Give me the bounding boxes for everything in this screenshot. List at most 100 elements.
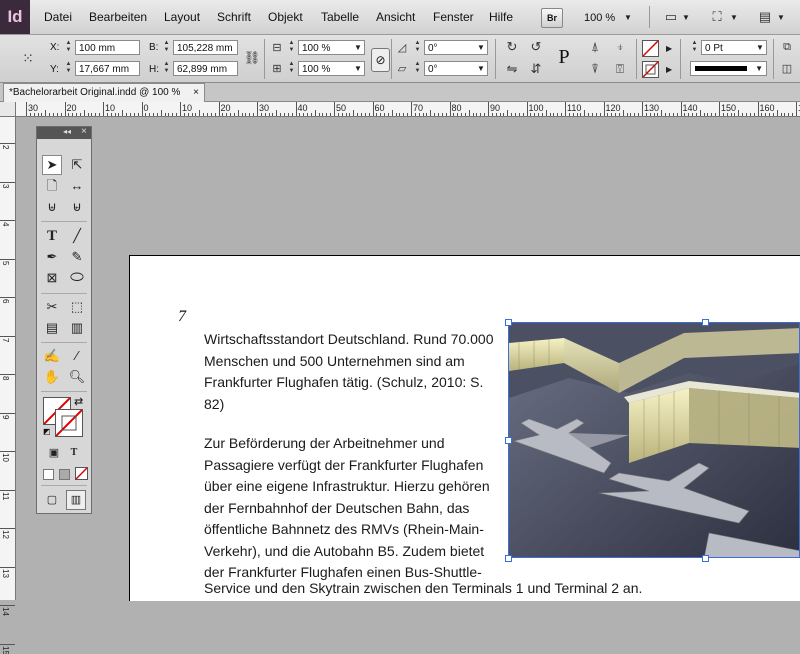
shear-stepper-icon[interactable]: ▲▼ xyxy=(413,61,422,76)
stroke-type-dropdown-icon[interactable]: ▼ xyxy=(755,64,763,73)
fill-dropdown-icon[interactable]: ▶ xyxy=(666,44,672,53)
resize-handle-bottom-left[interactable] xyxy=(505,555,512,562)
text-frame-paragraph-1[interactable]: Wirtschaftsstandort Deutschland. Rund 70… xyxy=(204,329,504,415)
menu-tabelle[interactable]: Tabelle xyxy=(321,10,359,24)
scale-y-stepper-icon[interactable]: ▲▼ xyxy=(287,61,296,76)
zoom-level[interactable]: 100 % xyxy=(584,12,615,24)
stroke-type-select[interactable]: ▼ xyxy=(690,61,767,76)
view-options-icon[interactable]: ▭ xyxy=(662,8,680,26)
link-scale-icon[interactable]: ⊘ xyxy=(371,48,390,72)
effects-icon[interactable]: ⧉ xyxy=(778,38,796,56)
swap-fill-stroke-icon[interactable]: ⇄ xyxy=(74,395,83,408)
stroke-weight-stepper-icon[interactable]: ▲▼ xyxy=(690,40,699,55)
resize-handle-top-left[interactable] xyxy=(505,319,512,326)
vertical-ruler[interactable]: 23456789101112131415 xyxy=(0,117,16,600)
menu-fenster[interactable]: Fenster xyxy=(433,10,474,24)
resize-handle-middle-left[interactable] xyxy=(505,437,512,444)
tools-panel-titlebar[interactable]: ◂◂ × xyxy=(37,127,91,139)
rotate-90-ccw-icon[interactable]: ↺ xyxy=(527,38,545,56)
apply-gradient-icon[interactable] xyxy=(59,469,70,480)
rotate-90-cw-icon[interactable]: ↻ xyxy=(503,38,521,56)
menu-objekt[interactable]: Objekt xyxy=(268,10,303,24)
gradient-swatch-tool-icon[interactable]: ▤ xyxy=(42,318,62,338)
resize-handle-bottom-center[interactable] xyxy=(702,555,709,562)
direct-selection-tool-icon[interactable]: ⇱ xyxy=(67,155,87,175)
flip-horizontal-icon[interactable]: ⇋ xyxy=(503,60,521,78)
arrange-documents-icon[interactable]: ▤ xyxy=(756,8,774,26)
x-stepper-icon[interactable]: ▲▼ xyxy=(64,40,73,55)
scissors-tool-icon[interactable]: ✂ xyxy=(42,297,62,317)
rotate-stepper-icon[interactable]: ▲▼ xyxy=(413,40,422,55)
gap-tool-icon[interactable]: ↔ xyxy=(67,176,87,196)
arrange-dropdown-icon[interactable]: ▼ xyxy=(777,13,785,22)
stroke-swatch-icon[interactable] xyxy=(642,61,659,78)
scale-x-stepper-icon[interactable]: ▲▼ xyxy=(287,40,296,55)
content-placer-tool-icon[interactable]: ⊌ xyxy=(67,197,87,217)
y-field[interactable]: 17,667 mm xyxy=(75,61,140,76)
free-transform-tool-icon[interactable]: ⬚ xyxy=(67,297,87,317)
menu-bearbeiten[interactable]: Bearbeiten xyxy=(89,10,147,24)
document-tab[interactable]: *Bachelorarbeit Original.indd @ 100 % × xyxy=(3,83,205,102)
fill-swatch-icon[interactable] xyxy=(642,40,659,57)
text-frame-paragraph-2[interactable]: Zur Beförderung der Arbeitnehmer und Pas… xyxy=(204,433,504,584)
close-tab-icon[interactable]: × xyxy=(193,87,199,98)
view-options-dropdown-icon[interactable]: ▼ xyxy=(682,13,690,22)
select-container-icon[interactable]: ⍋ xyxy=(586,38,604,56)
menu-layout[interactable]: Layout xyxy=(164,10,200,24)
menu-schrift[interactable]: Schrift xyxy=(217,10,251,24)
pen-tool-icon[interactable]: ✒ xyxy=(42,247,62,267)
page-tool-icon[interactable]: 🗋 xyxy=(42,176,62,196)
stroke-color-swatch[interactable] xyxy=(55,409,83,437)
zoom-dropdown-icon[interactable]: ▼ xyxy=(624,13,632,22)
shear-dropdown-icon[interactable]: ▼ xyxy=(477,64,485,73)
content-collector-tool-icon[interactable]: ⊎ xyxy=(42,197,62,217)
hand-tool-icon[interactable]: ✋ xyxy=(42,367,62,387)
scale-x-dropdown-icon[interactable]: ▼ xyxy=(354,43,362,52)
zoom-tool-icon[interactable]: 🔍︎ xyxy=(67,367,87,387)
formatting-affects-container-icon[interactable]: ▣ xyxy=(44,443,64,463)
default-fill-stroke-icon[interactable]: ◩ xyxy=(43,427,51,436)
horizontal-ruler[interactable]: 3020100102030405060708090100110120130140… xyxy=(16,102,800,117)
apply-color-icon[interactable] xyxy=(43,469,54,480)
eyedropper-tool-icon[interactable]: ⁄ xyxy=(67,346,87,366)
x-field[interactable]: 100 mm xyxy=(75,40,140,55)
stroke-weight-dropdown-icon[interactable]: ▼ xyxy=(756,43,764,52)
rectangle-frame-tool-icon[interactable]: ⊠ xyxy=(42,268,62,288)
line-tool-icon[interactable]: ╱ xyxy=(67,226,87,246)
normal-view-mode-icon[interactable]: ▢ xyxy=(42,490,62,510)
ellipse-tool-icon[interactable]: ⬭ xyxy=(67,268,87,288)
ruler-origin[interactable] xyxy=(0,102,16,117)
height-field[interactable]: 62,899 mm xyxy=(173,61,238,76)
w-stepper-icon[interactable]: ▲▼ xyxy=(162,40,171,55)
y-stepper-icon[interactable]: ▲▼ xyxy=(64,61,73,76)
selection-tool-icon[interactable]: ➤ xyxy=(42,155,62,175)
scale-y-dropdown-icon[interactable]: ▼ xyxy=(354,64,362,73)
bridge-button[interactable]: Br xyxy=(541,8,563,28)
select-previous-object-icon[interactable]: ⍖ xyxy=(611,38,629,56)
text-frame-paragraph-3[interactable]: Service und den Skytrain zwischen den Te… xyxy=(204,578,704,600)
menu-hilfe[interactable]: Hilfe xyxy=(489,10,513,24)
flip-vertical-icon[interactable]: ⇵ xyxy=(527,60,545,78)
type-tool-icon[interactable]: T xyxy=(42,226,62,246)
formatting-affects-text-icon[interactable]: T xyxy=(64,443,84,463)
width-field[interactable]: 105,228 mm xyxy=(173,40,238,55)
h-stepper-icon[interactable]: ▲▼ xyxy=(162,61,171,76)
constrain-proportions-icon[interactable]: ⛓ xyxy=(243,49,261,67)
stroke-dropdown-icon[interactable]: ▶ xyxy=(666,65,672,74)
pencil-tool-icon[interactable]: ✎ xyxy=(67,247,87,267)
rotate-dropdown-icon[interactable]: ▼ xyxy=(477,43,485,52)
apply-none-icon[interactable] xyxy=(75,467,88,480)
select-content-icon[interactable]: ⍒ xyxy=(586,60,604,78)
collapse-panel-icon[interactable]: ◂◂ xyxy=(63,127,71,136)
reference-point-icon[interactable]: ⁙ xyxy=(18,48,38,68)
screen-mode-dropdown-icon[interactable]: ▼ xyxy=(730,13,738,22)
drop-shadow-icon[interactable]: ◫ xyxy=(778,60,796,78)
menu-ansicht[interactable]: Ansicht xyxy=(376,10,415,24)
preview-mode-icon[interactable]: ▥ xyxy=(66,490,86,510)
select-next-object-icon[interactable]: ⍔ xyxy=(611,60,629,78)
screen-mode-icon[interactable]: ⛶ xyxy=(708,8,726,26)
resize-handle-top-center[interactable] xyxy=(702,319,709,326)
image-frame[interactable] xyxy=(508,322,800,558)
gradient-feather-tool-icon[interactable]: ▥ xyxy=(67,318,87,338)
close-panel-icon[interactable]: × xyxy=(81,126,87,137)
